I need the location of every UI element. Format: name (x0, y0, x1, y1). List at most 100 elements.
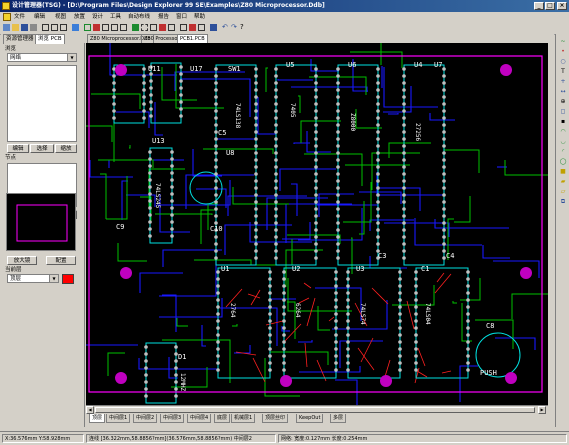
layer-tab-bottom[interactable]: 底层 (214, 414, 231, 423)
maximize-button[interactable]: □ (545, 2, 555, 10)
browse-label: 浏览 (5, 46, 17, 52)
select-button[interactable]: 选择 (30, 144, 54, 153)
help-icon[interactable]: ? (240, 24, 247, 31)
layer-tab-mech1[interactable]: 机械层1 (231, 414, 256, 423)
tab-pcb1[interactable]: PCB1.PCB (177, 34, 208, 43)
layer-tab-top[interactable]: 顶层 (89, 414, 106, 423)
place-pad-icon[interactable]: • (559, 48, 567, 56)
deselect-icon[interactable] (150, 24, 157, 31)
pin-pad (402, 207, 406, 211)
menu-place[interactable]: 放置 (74, 12, 85, 22)
layer-icon[interactable] (210, 24, 217, 31)
tab-browse-pcb[interactable]: 浏览 PCB (35, 34, 65, 44)
cut-icon[interactable] (102, 24, 109, 31)
mid-track (298, 95, 301, 113)
place-dimension-icon[interactable]: ↔ (559, 88, 567, 96)
layer-tab-mid4[interactable]: 中间层4 (187, 414, 212, 423)
zoom-in-icon[interactable] (42, 24, 49, 31)
mid-track (232, 324, 238, 327)
zoom-fit-icon[interactable] (60, 24, 67, 31)
mini-viewer[interactable] (6, 193, 76, 251)
zoom-button[interactable]: 缩放 (55, 144, 77, 153)
place-line-icon[interactable]: ~ (559, 38, 567, 46)
current-layer-select[interactable]: 顶层 ▼ (7, 274, 59, 283)
polygon-icon[interactable]: ▰ (559, 178, 567, 186)
zoom-out-icon[interactable] (51, 24, 58, 31)
split-plane-icon[interactable]: ▱ (559, 188, 567, 196)
place-coordinate-icon[interactable]: + (559, 78, 567, 86)
pin-pad (214, 207, 218, 211)
scroll-right-icon[interactable]: ▶ (538, 406, 546, 414)
layer-tab-mid3[interactable]: 中间层3 (160, 414, 185, 423)
menu-edit[interactable]: 编辑 (34, 12, 45, 22)
layer-tab-keepout[interactable]: KeepOut (296, 414, 324, 423)
arc-any-icon[interactable]: ◜ (559, 148, 567, 156)
chevron-down-icon[interactable]: ▼ (67, 54, 76, 61)
grid-icon[interactable] (168, 24, 175, 31)
tab-explorer[interactable]: 资源管理器 (3, 34, 37, 44)
pin-pad (346, 326, 350, 330)
layer-tab-multi[interactable]: 多层 (330, 414, 347, 423)
close-button[interactable]: × (557, 2, 567, 10)
paste-icon[interactable] (120, 24, 127, 31)
edit-button[interactable]: 编辑 (7, 144, 29, 153)
place-room-icon[interactable]: ◻ (559, 108, 567, 116)
fill-icon[interactable]: ■ (559, 168, 567, 176)
pin-pad (376, 81, 380, 85)
place-origin-icon[interactable]: ⊕ (559, 98, 567, 106)
menu-design[interactable]: 设计 (92, 12, 103, 22)
project-icon[interactable] (3, 24, 10, 31)
pin-pad (346, 368, 350, 372)
library-icon[interactable] (84, 24, 91, 31)
magnifier-button[interactable]: 放大镜 (7, 256, 37, 265)
pin-pad (268, 291, 272, 295)
open-icon[interactable] (12, 24, 19, 31)
scroll-thumb[interactable] (95, 407, 535, 413)
pin-pad (216, 319, 220, 323)
drc-icon[interactable] (180, 24, 187, 31)
menu-app-icon[interactable] (3, 13, 11, 21)
check-icon[interactable] (189, 24, 196, 31)
pin-pad (402, 67, 406, 71)
config-button[interactable]: 配置 (46, 256, 76, 265)
cross-icon[interactable] (159, 24, 166, 31)
menu-tools[interactable]: 工具 (110, 12, 121, 22)
minimize-button[interactable]: _ (534, 2, 544, 10)
pin-pad (170, 157, 174, 161)
menu-window[interactable]: 窗口 (176, 12, 187, 22)
chevron-down-icon[interactable]: ▼ (49, 275, 58, 282)
pin-pad (170, 234, 174, 238)
circle-icon[interactable]: ◯ (559, 158, 567, 166)
menu-file[interactable]: 文件 (14, 12, 25, 22)
menu-autoroute[interactable]: 自动布线 (128, 12, 150, 22)
move-icon[interactable] (132, 24, 139, 31)
arc-edge-icon[interactable]: ◡ (559, 138, 567, 146)
place-text-icon[interactable]: T (559, 68, 567, 76)
arc-center-icon[interactable]: ◠ (559, 128, 567, 136)
route-icon[interactable] (93, 24, 100, 31)
pin-pad (216, 291, 220, 295)
ic-outline (217, 267, 271, 379)
net-list[interactable] (7, 65, 77, 142)
menu-help[interactable]: 帮助 (194, 12, 205, 22)
lock-icon[interactable] (198, 24, 205, 31)
pcb-canvas[interactable]: U11 U17 SW1 U5 U6 U4 U7 U13 U8 C5 U2 U3 U1 C3 C4 C1 C10 C… (86, 43, 548, 405)
menu-view[interactable]: 视图 (55, 12, 66, 22)
browse-select[interactable]: 网络 ▼ (7, 53, 77, 62)
component-icon[interactable] (72, 24, 79, 31)
place-component-icon[interactable]: ▪ (559, 118, 567, 126)
pin-pad (376, 158, 380, 162)
copy-icon[interactable] (111, 24, 118, 31)
layer-tab-top-overlay[interactable]: 顶层丝印 (262, 414, 289, 423)
place-via-icon[interactable]: ○ (559, 58, 567, 66)
layer-tab-mid2[interactable]: 中间层2 (133, 414, 158, 423)
select-icon[interactable] (141, 24, 148, 31)
array-paste-icon[interactable]: ⧉ (559, 198, 567, 206)
redo-icon[interactable]: ↷ (231, 24, 238, 31)
print-icon[interactable] (30, 24, 37, 31)
undo-icon[interactable]: ↶ (222, 24, 229, 31)
save-icon[interactable] (21, 24, 28, 31)
scroll-left-icon[interactable]: ◀ (86, 406, 94, 414)
layer-tab-mid1[interactable]: 中间层1 (106, 414, 131, 423)
menu-reports[interactable]: 报告 (158, 12, 169, 22)
